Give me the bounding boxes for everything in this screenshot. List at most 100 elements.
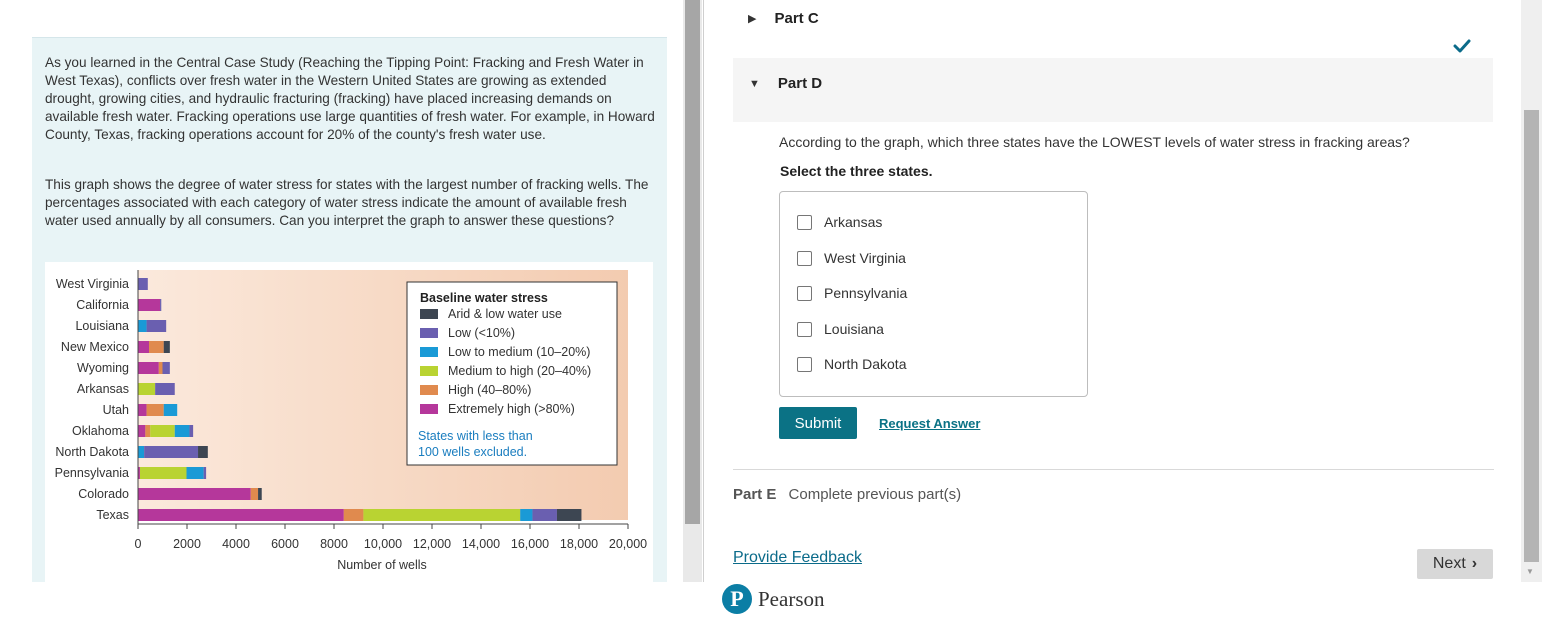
- pane-divider: [703, 0, 704, 582]
- legend-swatch-low-10: [420, 328, 438, 338]
- option-west-virginia[interactable]: West Virginia: [797, 250, 906, 266]
- bar-wyoming-extremely-high-80: [138, 362, 159, 374]
- y-tick-label: North Dakota: [55, 445, 129, 459]
- bar-oklahoma-high-40-80: [145, 425, 151, 437]
- question-text: According to the graph, which three stat…: [779, 134, 1410, 150]
- checkmark-icon: [1453, 39, 1471, 53]
- bar-wyoming-high-40-80: [158, 362, 163, 374]
- option-arkansas[interactable]: Arkansas: [797, 214, 882, 230]
- collapse-caret-icon: ▼: [749, 77, 760, 90]
- legend-note-line2: 100 wells excluded.: [418, 445, 527, 459]
- checkbox[interactable]: [797, 321, 812, 337]
- bar-wyoming-low-10: [162, 362, 170, 374]
- part-c-title: Part C: [774, 9, 819, 27]
- x-tick-label: 10,000: [364, 537, 402, 551]
- instruction-text: Select the three states.: [780, 163, 933, 179]
- bar-new-mexico-extremely-high-80: [138, 341, 150, 353]
- bar-texas-arid-low-water-use: [556, 509, 582, 521]
- legend-swatch-high-40-80: [420, 385, 438, 395]
- bar-oklahoma-low-to-medium-10-20: [174, 425, 190, 437]
- y-tick-label: Arkansas: [77, 382, 129, 396]
- checkbox[interactable]: [797, 214, 812, 230]
- pearson-wordmark: Pearson: [758, 586, 825, 611]
- scroll-down-arrow-icon[interactable]: ▼: [1526, 567, 1534, 576]
- y-tick-label: Louisiana: [75, 319, 129, 333]
- legend-label: Arid & low water use: [448, 307, 562, 321]
- legend-swatch-low-to-medium-10-20: [420, 347, 438, 357]
- answer-options: Arkansas West Virginia Pennsylvania Loui…: [779, 191, 1088, 397]
- left-scrollbar[interactable]: [683, 0, 702, 582]
- left-scrollbar-thumb[interactable]: [685, 0, 700, 524]
- y-tick-label: Utah: [103, 403, 129, 417]
- y-tick-label: Colorado: [78, 487, 129, 501]
- x-tick-label: 4000: [222, 537, 250, 551]
- x-tick-label: 16,000: [511, 537, 549, 551]
- right-scrollbar[interactable]: [1521, 0, 1542, 582]
- intro-paragraph: As you learned in the Central Case Study…: [45, 55, 655, 142]
- checkbox[interactable]: [797, 285, 812, 301]
- option-louisiana[interactable]: Louisiana: [797, 321, 884, 337]
- part-d-header[interactable]: ▼ Part D: [733, 58, 1493, 122]
- y-tick-label: Texas: [96, 508, 129, 522]
- bar-texas-medium-to-high-20-40: [363, 509, 521, 521]
- submit-button[interactable]: Submit: [779, 407, 857, 439]
- bar-new-mexico-arid-low-water-use: [163, 341, 170, 353]
- y-tick-label: New Mexico: [61, 340, 129, 354]
- request-answer-link[interactable]: Request Answer: [879, 416, 980, 431]
- bar-utah-high-40-80: [146, 404, 164, 416]
- option-label: Arkansas: [824, 214, 883, 230]
- legend-swatch-arid-low-water-use: [420, 309, 438, 319]
- option-label: West Virginia: [824, 250, 906, 266]
- option-label: North Dakota: [824, 356, 907, 372]
- bar-north-dakota-low-to-medium-10-20: [138, 446, 145, 458]
- bar-north-dakota-arid-low-water-use: [198, 446, 208, 458]
- bar-colorado-arid-low-water-use: [258, 488, 262, 500]
- bar-west-virginia-low-10: [138, 278, 148, 290]
- bar-texas-high-40-80: [343, 509, 364, 521]
- next-label: Next: [1432, 555, 1466, 572]
- y-tick-label: Wyoming: [77, 361, 129, 375]
- bar-oklahoma-extremely-high-80: [138, 425, 146, 437]
- chevron-right-icon: ›: [1471, 555, 1478, 572]
- legend-note-line1: States with less than: [418, 429, 533, 443]
- legend-title: Baseline water stress: [420, 291, 548, 305]
- water-stress-chart: West Virginia California Louisiana New Mexi…: [45, 262, 653, 582]
- x-tick-label: 6000: [271, 537, 299, 551]
- bar-oklahoma-low-10: [189, 425, 194, 437]
- option-pennsylvania[interactable]: Pennsylvania: [797, 285, 907, 301]
- section-divider: [733, 469, 1494, 470]
- legend-swatch-medium-to-high-20-40: [420, 366, 438, 376]
- bar-pennsylvania-medium-to-high-20-40: [139, 467, 187, 479]
- provide-feedback-link[interactable]: Provide Feedback: [733, 549, 862, 567]
- legend-label: Low to medium (10–20%): [448, 345, 590, 359]
- option-label: Louisiana: [824, 321, 884, 337]
- bar-arkansas-medium-to-high-20-40: [138, 383, 156, 395]
- next-button[interactable]: Next ›: [1417, 549, 1493, 579]
- bar-new-mexico-high-40-80: [149, 341, 164, 353]
- bar-pennsylvania-low-10: [203, 467, 207, 479]
- bar-north-dakota-low-10: [144, 446, 199, 458]
- x-tick-label: 14,000: [462, 537, 500, 551]
- y-tick-label: West Virginia: [56, 277, 129, 291]
- pearson-brand: P Pearson: [722, 584, 825, 614]
- checkbox[interactable]: [797, 356, 812, 372]
- legend-swatch-extremely-high-80: [420, 404, 438, 414]
- bar-louisiana-low-10: [146, 320, 167, 332]
- bar-utah-extremely-high-80: [138, 404, 147, 416]
- right-scrollbar-thumb[interactable]: [1524, 110, 1539, 562]
- x-axis-title: Number of wells: [337, 558, 427, 572]
- y-tick-label: Oklahoma: [72, 424, 129, 438]
- y-tick-label: California: [76, 298, 129, 312]
- option-north-dakota[interactable]: North Dakota: [797, 356, 906, 372]
- x-tick-label: 20,000: [609, 537, 647, 551]
- part-e-title: Part E: [733, 486, 777, 503]
- part-c-header[interactable]: ▶ Part C: [748, 8, 819, 28]
- bar-pennsylvania-low-to-medium-10-20: [186, 467, 204, 479]
- checkbox[interactable]: [797, 250, 812, 266]
- bar-colorado-extremely-high-80: [138, 488, 251, 500]
- option-label: Pennsylvania: [824, 285, 908, 301]
- bar-arkansas-low-10: [155, 383, 175, 395]
- x-tick-label: 0: [135, 537, 142, 551]
- legend-label: Medium to high (20–40%): [448, 364, 591, 378]
- bar-texas-extremely-high-80: [138, 509, 344, 521]
